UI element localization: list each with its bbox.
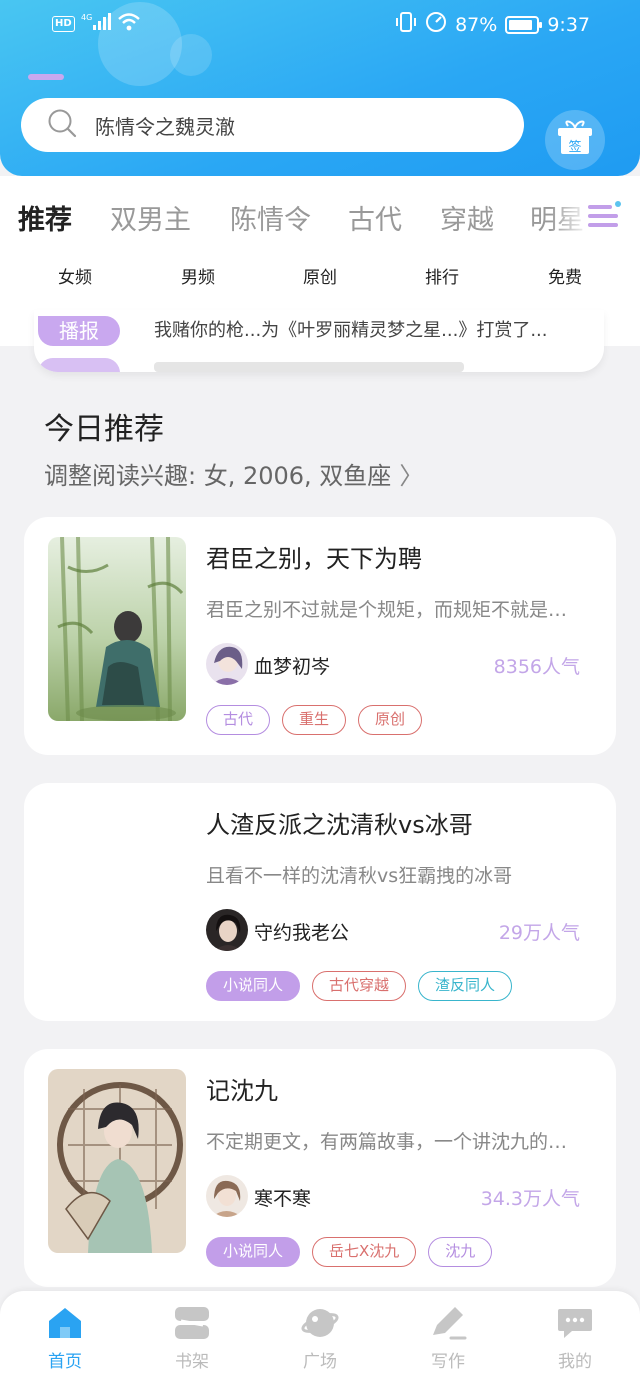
subcat-original[interactable]: 原创 [303,263,337,288]
chevron-right-icon: 〉 [399,462,424,490]
author-avatar [206,643,248,685]
news-text-next [154,362,464,372]
subcat-female[interactable]: 女频 [58,263,92,288]
book-card[interactable]: 君臣之别，天下为聘 君臣之别不过就是个规矩，而规矩不就是用来打破的吗 血梦初岑 … [24,517,616,755]
tag-list: 古代 重生 原创 [206,705,423,735]
chat-icon [556,1305,594,1341]
book-card[interactable]: 人渣反派之沈清秋vs冰哥 且看不一样的沈清秋vs狂霸拽的冰哥 守约我老公 29万… [24,783,616,1021]
book-description: 不定期更文，有两篇故事，一个讲沈九的，一个讲沈清秋的 [206,1131,584,1153]
search-icon [47,108,77,142]
gift-icon: 签 [556,120,594,160]
speed-icon [425,11,447,38]
signal-icon: 4G [81,12,111,36]
battery-percent: 87% [455,13,498,36]
author-name: 守约我老公 [254,922,350,944]
nav-write-label: 写作 [431,1352,465,1372]
svg-text:4G: 4G [81,13,92,22]
book-cover [48,1069,186,1253]
popularity-count: 29万人气 [498,922,580,944]
author-avatar [206,1175,248,1217]
pen-icon [429,1305,467,1341]
tab-chenqingling[interactable]: 陈情令 [230,198,311,237]
tab-double-male[interactable]: 双男主 [110,198,191,237]
nav-plaza[interactable]: 广场 [280,1305,360,1372]
svg-text:签: 签 [568,139,581,155]
tag[interactable]: 岳七X沈九 [312,1237,417,1267]
tag[interactable]: 原创 [358,705,423,735]
tag[interactable]: 古代穿越 [312,971,407,1001]
popularity-count: 8356人气 [493,656,580,678]
tag[interactable]: 重生 [282,705,347,735]
book-title: 记沈九 [206,1077,278,1105]
book-title: 人渣反派之沈清秋vs冰哥 [206,811,473,839]
vibrate-icon [395,11,417,38]
tag[interactable]: 小说同人 [206,1237,301,1267]
reading-interest-text: 调整阅读兴趣: 女, 2006, 双鱼座 [44,462,392,490]
bottom-nav: 首页 书架 广场 写作 我的 [0,1291,640,1387]
news-tag: 播报 [38,316,120,346]
tag-list: 小说同人 古代穿越 渣反同人 [206,971,513,1001]
tag-list: 小说同人 岳七X沈九 沈九 [206,1237,493,1267]
tag[interactable]: 古代 [206,705,271,735]
subcat-ranking[interactable]: 排行 [425,263,459,288]
clock: 9:37 [547,13,590,36]
search-query: 陈情令之魏灵澈 [95,114,235,139]
tab-indicator [28,74,64,80]
wifi-icon [117,12,141,36]
nav-bookshelf-label: 书架 [175,1352,209,1372]
home-icon [46,1305,84,1341]
book-card[interactable]: 记沈九 不定期更文，有两篇故事，一个讲沈九的，一个讲沈清秋的 寒不寒 34.3万… [24,1049,616,1287]
nav-home-label: 首页 [48,1352,82,1372]
tab-ancient[interactable]: 古代 [348,198,402,237]
nav-home[interactable]: 首页 [25,1305,105,1372]
book-title: 君臣之别，天下为聘 [206,545,422,573]
section-title: 今日推荐 [44,412,164,447]
planet-icon [301,1305,339,1341]
news-ticker[interactable]: 播报 我赌你的枪...为《叶罗丽精灵梦之星...》打赏了... [34,310,604,372]
nav-bookshelf[interactable]: 书架 [152,1305,232,1372]
category-tabs: 推荐 双男主 陈情令 古代 穿越 明星 [0,176,640,252]
tab-recommend[interactable]: 推荐 [18,198,72,237]
book-description: 且看不一样的沈清秋vs狂霸拽的冰哥 [206,865,513,887]
checkin-gift-button[interactable]: 签 [545,110,605,170]
news-tag-next [38,358,120,372]
news-text: 我赌你的枪...为《叶罗丽精灵梦之星...》打赏了... [154,320,548,341]
nav-write[interactable]: 写作 [408,1305,488,1372]
tag[interactable]: 渣反同人 [418,971,513,1001]
menu-icon [586,201,622,238]
book-cover [48,537,186,721]
subcategory-bar: 女频 男频 原创 排行 免费 [0,252,640,310]
bookshelf-icon [173,1305,211,1341]
subcat-free[interactable]: 免费 [548,263,582,288]
author-avatar [206,909,248,951]
author-name: 寒不寒 [254,1188,312,1210]
tag[interactable]: 小说同人 [206,971,301,1001]
nav-me[interactable]: 我的 [535,1305,615,1372]
nav-plaza-label: 广场 [303,1352,337,1372]
popularity-count: 34.3万人气 [480,1188,580,1210]
nav-me-label: 我的 [558,1352,592,1372]
hd-badge: HD [52,16,75,32]
search-bar[interactable]: 陈情令之魏灵澈 [21,98,524,152]
tag[interactable]: 沈九 [428,1237,493,1267]
book-description: 君臣之别不过就是个规矩，而规矩不就是用来打破的吗 [206,599,584,621]
author-name: 血梦初岑 [254,656,331,678]
subcat-male[interactable]: 男频 [181,263,215,288]
reading-interest-link[interactable]: 调整阅读兴趣: 女, 2006, 双鱼座〉 [44,456,423,491]
tab-time-travel[interactable]: 穿越 [440,198,494,237]
status-bar: HD 4G 87% 9:37 [0,0,640,48]
battery-icon [505,15,543,34]
tabs-menu-button[interactable] [586,198,622,234]
